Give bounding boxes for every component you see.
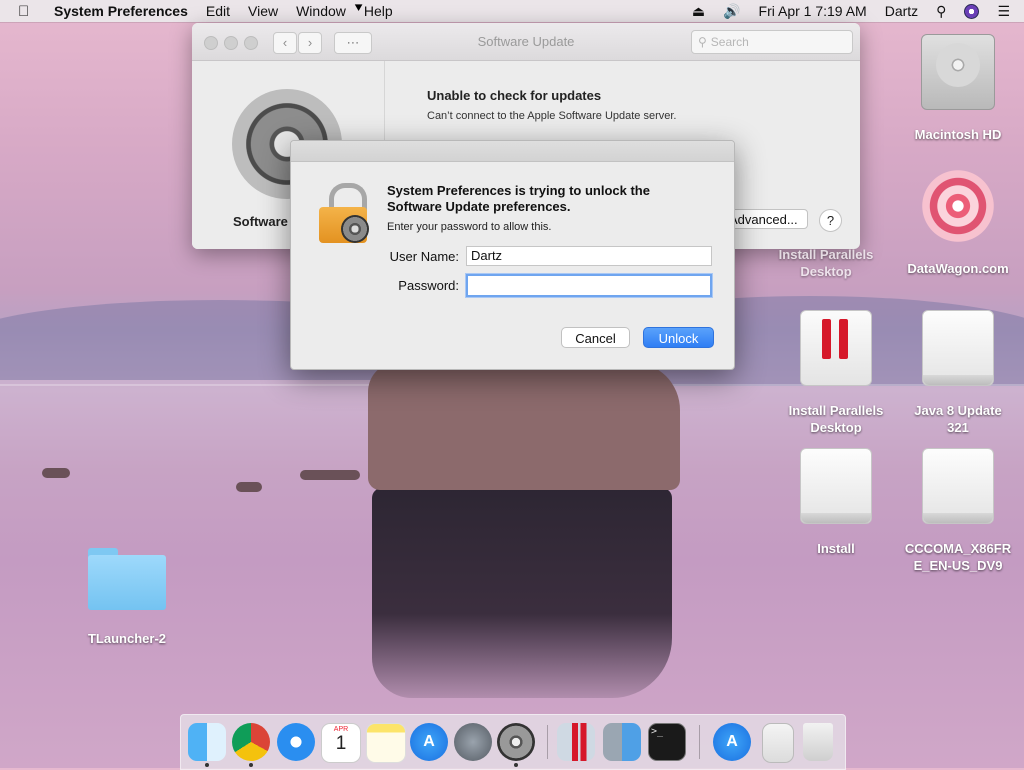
disk-image-icon — [922, 448, 994, 524]
disk-image-icon — [800, 448, 872, 524]
menu-app-name[interactable]: System Preferences — [54, 3, 188, 19]
mouse-cursor-icon: ⯆ — [353, 0, 365, 16]
menu-edit[interactable]: Edit — [206, 3, 230, 19]
trash-icon[interactable] — [803, 723, 833, 761]
folder-icon — [88, 548, 166, 610]
dock-separator — [699, 725, 700, 759]
wallpaper-islet — [236, 482, 262, 492]
menu-user[interactable]: Dartz — [885, 3, 918, 19]
dialog-description: Enter your password to allow this. — [387, 221, 552, 233]
running-indicator — [205, 763, 209, 767]
datawagon-flower-icon — [920, 168, 996, 244]
desktop-icon-label: Macintosh HD — [914, 127, 1002, 142]
dialog-header-strip — [291, 141, 734, 162]
search-field[interactable]: ⚲ Search — [691, 30, 853, 54]
migration-assistant-icon[interactable] — [603, 723, 641, 761]
desktop-icon-label: Install — [817, 541, 855, 556]
desktop-icon-datawagon[interactable]: DataWagon.com — [903, 168, 1013, 277]
wallpaper-islet — [42, 468, 70, 478]
dialog-title: System Preferences is trying to unlock t… — [387, 183, 650, 214]
running-indicator — [249, 763, 253, 767]
desktop-icon-install-parallels[interactable]: Install Parallels Desktop — [781, 310, 891, 436]
parallels-desktop-icon[interactable] — [557, 723, 595, 761]
calendar-day: 1 — [335, 733, 347, 754]
desktop-icon-install-parallels-top[interactable]: Install Parallels Desktop — [771, 246, 881, 280]
dock: APR 1 A >_ A — [180, 714, 846, 770]
wallpaper-reflection — [372, 488, 672, 698]
username-field[interactable]: Dartz — [466, 246, 712, 266]
software-update-label: Software — [233, 214, 288, 229]
window-titlebar: ‹ › ⋯ Software Update ⚲ Search — [192, 23, 860, 61]
notes-icon[interactable] — [366, 723, 406, 763]
username-label: User Name: — [389, 249, 459, 264]
search-icon: ⚲ — [698, 35, 707, 49]
desktop-icon-label: Install Parallels Desktop — [788, 403, 884, 435]
unlock-button[interactable]: Unlock — [643, 327, 714, 348]
search-placeholder: Search — [710, 35, 749, 49]
spotlight-icon[interactable]: ⚲ — [936, 3, 946, 20]
password-field[interactable] — [466, 274, 712, 297]
wallpaper-rock — [368, 362, 680, 490]
update-status-heading: Unable to check for updates — [427, 88, 602, 103]
password-label: Password: — [398, 278, 459, 293]
app-store-downloads-icon[interactable]: A — [713, 723, 751, 761]
app-store-icon[interactable]: A — [410, 723, 448, 761]
menu-view[interactable]: View — [248, 3, 278, 19]
preview-document-icon[interactable] — [762, 723, 794, 763]
notification-center-icon[interactable]: ☰ — [997, 3, 1010, 20]
menu-window[interactable]: Window — [296, 3, 346, 19]
desktop-icon-java[interactable]: Java 8 Update 321 — [903, 310, 1013, 436]
menu-datetime[interactable]: Fri Apr 1 7:19 AM — [759, 3, 867, 19]
parallels-icon — [800, 310, 872, 386]
unlock-dialog: System Preferences is trying to unlock t… — [290, 140, 735, 370]
running-indicator — [514, 763, 518, 767]
launchpad-icon[interactable] — [454, 723, 492, 761]
desktop-icon-label: DataWagon.com — [907, 261, 1009, 276]
desktop-icon-label: Install Parallels Desktop — [778, 247, 874, 279]
desktop-icon-label: CCCOMA_X86FRE_EN-US_DV9 — [904, 541, 1012, 573]
disk-image-icon — [922, 310, 994, 386]
desktop-icon-cccoma[interactable]: CCCOMA_X86FRE_EN-US_DV9 — [903, 448, 1013, 574]
safari-icon[interactable] — [277, 723, 315, 761]
eject-icon[interactable]: ⏏ — [692, 3, 705, 20]
desktop-icon-label: TLauncher-2 — [87, 631, 166, 646]
help-button[interactable]: ? — [819, 209, 842, 232]
terminal-icon[interactable]: >_ — [648, 723, 686, 761]
chrome-icon[interactable] — [232, 723, 270, 761]
menu-bar:  System Preferences Edit View Window He… — [0, 0, 1024, 22]
apple-menu-icon[interactable]:  — [18, 3, 38, 20]
menu-extras: ⏏ 🔊 Fri Apr 1 7:19 AM Dartz ⚲ ☰ — [692, 0, 1024, 22]
lock-icon — [319, 183, 373, 245]
finder-icon[interactable] — [188, 723, 226, 761]
cancel-button[interactable]: Cancel — [561, 327, 630, 348]
system-preferences-icon[interactable] — [497, 723, 535, 761]
calendar-icon[interactable]: APR 1 — [321, 723, 361, 763]
desktop-icon-label: Java 8 Update 321 — [914, 403, 1002, 435]
desktop-icon-macintosh-hd[interactable]: Macintosh HD — [903, 34, 1013, 143]
update-status-subtext: Can’t connect to the Apple Software Upda… — [427, 110, 677, 122]
dock-separator — [547, 725, 548, 759]
desktop-icon-tlauncher[interactable]: TLauncher-2 — [72, 548, 182, 647]
volume-icon[interactable]: 🔊 — [723, 3, 740, 20]
calendar-month: APR — [333, 726, 349, 733]
siri-icon[interactable] — [964, 3, 980, 19]
desktop-icon-install[interactable]: Install — [781, 448, 891, 557]
hard-drive-icon — [921, 34, 995, 110]
menu-help[interactable]: Help — [364, 3, 393, 19]
wallpaper-islet — [300, 470, 360, 480]
